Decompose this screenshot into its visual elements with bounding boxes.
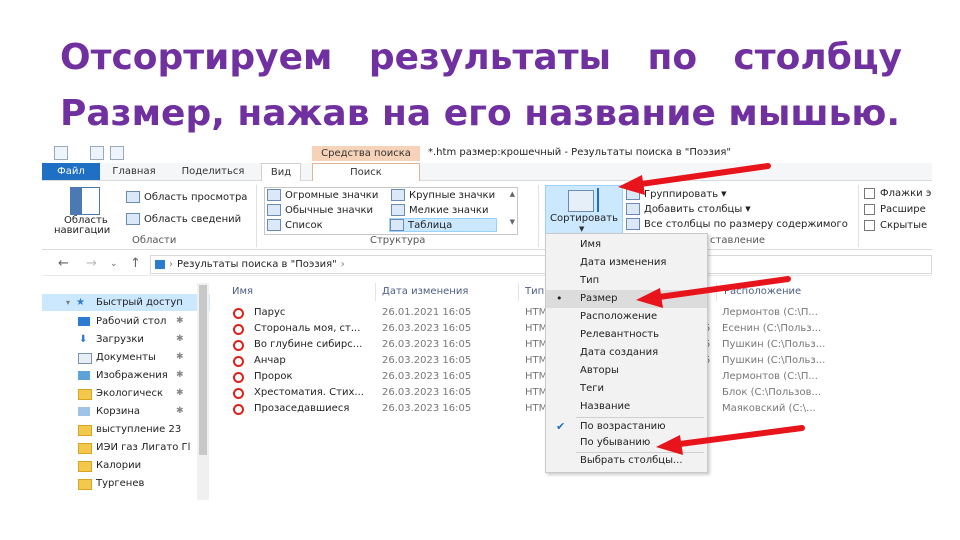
explorer-window: Средства поиска *.htm размер:крошечный -… [42, 143, 932, 500]
heading-line-2: Размер, нажав на его название мышью. [60, 93, 901, 134]
red-arrow-descending [656, 425, 805, 455]
annotation-arrows [618, 163, 805, 455]
red-arrow-size-item [636, 276, 791, 308]
heading-word: Отсортируем [60, 37, 333, 78]
heading-word: по [647, 37, 698, 78]
slide-heading: Отсортируем результаты по столбцу Размер… [60, 30, 902, 142]
heading-line-1: Отсортируем результаты по столбцу [60, 30, 902, 86]
red-arrow-sort-icon [618, 163, 771, 195]
heading-word: результаты [368, 37, 612, 78]
heading-word: столбцу [733, 37, 902, 78]
